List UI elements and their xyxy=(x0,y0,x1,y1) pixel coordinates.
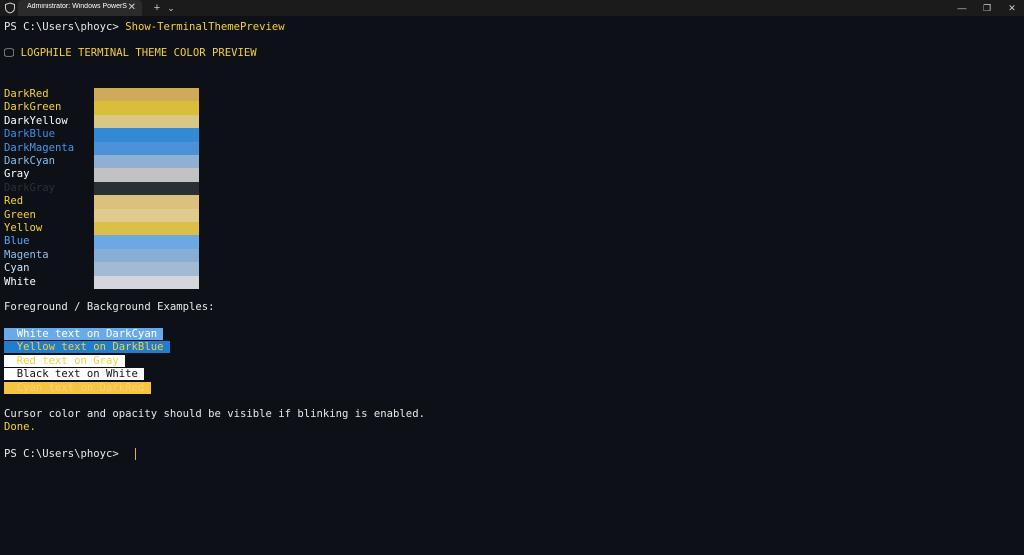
terminal-pane[interactable]: PS C:\Users\phoyc> Show-TerminalThemePre… xyxy=(0,16,1024,555)
text-cursor xyxy=(135,448,136,460)
color-swatch xyxy=(94,155,199,169)
color-name: Gray xyxy=(4,168,30,181)
color-swatch xyxy=(94,168,199,182)
monitor-icon: 🖵 xyxy=(4,47,15,59)
minimize-button[interactable]: — xyxy=(950,0,974,16)
prompt: PS C:\Users\phoyc> xyxy=(4,21,126,33)
prompt-line: PS C:\Users\phoyc> xyxy=(4,448,125,461)
color-name: Green xyxy=(4,208,36,221)
shield-icon xyxy=(5,2,15,14)
color-swatch xyxy=(94,248,199,263)
color-swatch xyxy=(94,128,199,142)
tab-title: Administrator: Windows PowerShell xyxy=(27,3,127,10)
tab-powershell[interactable]: Administrator: Windows PowerShell ✕ xyxy=(18,0,142,16)
color-swatch xyxy=(94,275,199,289)
color-name: DarkCyan xyxy=(4,155,56,167)
chevron-down-icon[interactable]: ⌄ xyxy=(165,0,177,16)
fg-bg-title: Foreground / Background Examples: xyxy=(4,301,215,313)
color-name: DarkGreen xyxy=(4,101,62,114)
example-row: Yellow text on DarkBlue xyxy=(4,341,170,354)
example-text: Cyan text on DarkRed xyxy=(4,381,151,394)
example-text: Red text on Gray xyxy=(4,354,126,367)
color-swatch xyxy=(94,195,199,209)
color-swatch xyxy=(94,222,199,236)
example-row: Red text on Gray xyxy=(4,354,126,368)
color-name: Red xyxy=(4,195,24,208)
color-name: Blue xyxy=(4,235,30,248)
color-swatch xyxy=(94,114,199,129)
color-name: DarkYellow xyxy=(4,114,68,127)
example-text: White text on DarkCyan xyxy=(4,328,164,340)
color-swatch xyxy=(94,88,199,102)
prompt: PS C:\Users\phoyc> xyxy=(4,448,126,460)
color-name: DarkMagenta xyxy=(4,141,75,154)
preview-header: 🖵 LOGPHILE TERMINAL THEME COLOR PREVIEW xyxy=(4,47,257,60)
example-row: White text on DarkCyan xyxy=(4,328,164,341)
example-text: Yellow text on DarkBlue xyxy=(4,341,170,354)
example-row: Cyan text on DarkRed xyxy=(4,381,151,395)
header-title: LOGPHILE TERMINAL THEME COLOR PREVIEW xyxy=(20,47,257,59)
command-line: PS C:\Users\phoyc> Show-TerminalThemePre… xyxy=(4,21,285,34)
done-text: Done. xyxy=(4,421,36,433)
color-swatch xyxy=(94,101,199,115)
example-text: Black text on White xyxy=(4,368,145,381)
color-swatch xyxy=(94,235,199,249)
color-swatch xyxy=(94,141,199,155)
color-name: DarkGray xyxy=(4,181,56,194)
new-tab-button[interactable]: + xyxy=(150,0,164,16)
color-name: Cyan xyxy=(4,262,30,275)
color-name: Yellow xyxy=(4,222,43,234)
color-name: White xyxy=(4,275,36,288)
maximize-button[interactable]: ❐ xyxy=(975,0,999,16)
tab-close-icon[interactable]: ✕ xyxy=(128,1,136,15)
color-swatch xyxy=(94,262,199,276)
color-swatch xyxy=(94,181,199,196)
close-button[interactable]: ✕ xyxy=(1000,0,1024,16)
example-row: Black text on White xyxy=(4,368,145,381)
color-swatch xyxy=(94,208,199,222)
title-bar: Administrator: Windows PowerShell ✕ + ⌄ … xyxy=(0,0,1024,16)
color-name: DarkRed xyxy=(4,88,49,100)
command-text: Show-TerminalThemePreview xyxy=(125,21,285,33)
color-name: Magenta xyxy=(4,248,49,261)
cursor-note: Cursor color and opacity should be visib… xyxy=(4,408,425,420)
color-name: DarkBlue xyxy=(4,128,56,141)
